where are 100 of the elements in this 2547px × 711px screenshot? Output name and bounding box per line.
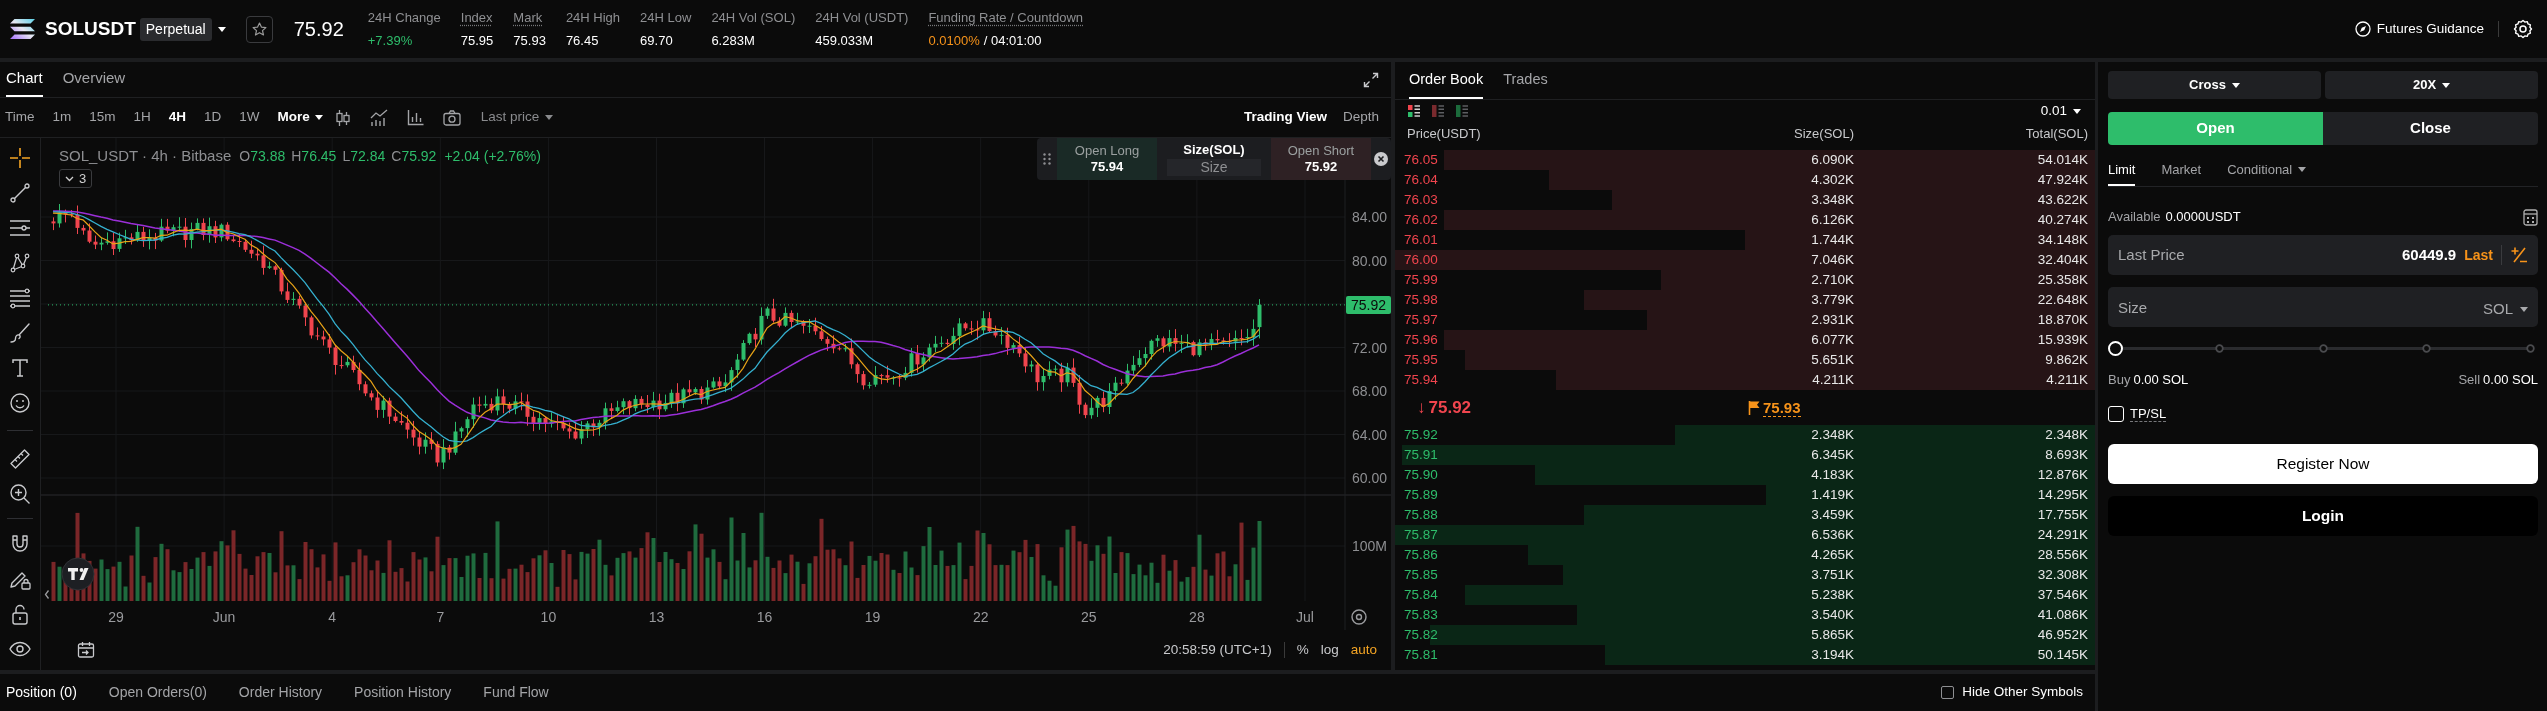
- magnet-icon[interactable]: [9, 532, 31, 555]
- candlestick-icon[interactable]: [334, 108, 351, 127]
- zigzag-pattern-icon[interactable]: [9, 251, 31, 274]
- interval-tab[interactable]: 1D: [204, 107, 222, 128]
- side-tab[interactable]: Close: [2323, 112, 2538, 145]
- order-price[interactable]: 75.82: [1395, 624, 1595, 646]
- tp-sl-checkbox[interactable]: [2108, 406, 2124, 422]
- last-price-toggle[interactable]: Last: [2464, 244, 2493, 266]
- stat-label[interactable]: Mark: [513, 9, 546, 26]
- futures-guidance-button[interactable]: Futures Guidance: [2354, 18, 2484, 40]
- interval-tab[interactable]: 15m: [89, 107, 116, 128]
- order-price[interactable]: 76.02: [1395, 209, 1595, 231]
- margin-mode-dropdown[interactable]: Cross: [2108, 71, 2321, 99]
- chart-tab[interactable]: Overview: [62, 62, 126, 97]
- plus-minus-icon[interactable]: [2510, 246, 2528, 264]
- order-price[interactable]: 75.88: [1395, 504, 1595, 526]
- order-price[interactable]: 75.95: [1395, 349, 1595, 371]
- lock-icon[interactable]: [9, 602, 31, 625]
- calendar-icon[interactable]: [77, 641, 95, 659]
- order-price[interactable]: 76.04: [1395, 169, 1595, 191]
- split-layout-icon[interactable]: [1408, 105, 1420, 117]
- scale-option[interactable]: auto: [1350, 639, 1377, 661]
- calculator-icon[interactable]: [2523, 208, 2538, 226]
- step-dot-icon[interactable]: [2526, 344, 2535, 353]
- brush-icon[interactable]: [9, 321, 31, 344]
- order-book-tab[interactable]: Order Book: [1409, 62, 1484, 99]
- order-price[interactable]: 75.97: [1395, 309, 1595, 331]
- position-tab[interactable]: Fund Flow: [483, 682, 549, 703]
- size-input[interactable]: Size: [1167, 159, 1261, 176]
- order-book-tab[interactable]: Trades: [1503, 62, 1548, 99]
- slider-thumb[interactable]: [2108, 341, 2123, 356]
- step-dot-icon[interactable]: [2214, 344, 2224, 353]
- indicators-toggle-button[interactable]: 3: [59, 169, 93, 188]
- order-price[interactable]: 76.01: [1395, 229, 1595, 251]
- order-type-tab[interactable]: Limit: [2108, 155, 2136, 186]
- order-price[interactable]: 76.03: [1395, 189, 1595, 211]
- interval-tab[interactable]: Time: [5, 107, 35, 128]
- order-price[interactable]: 75.81: [1395, 644, 1595, 666]
- more-button[interactable]: More: [277, 107, 323, 128]
- order-price[interactable]: 76.00: [1395, 249, 1595, 271]
- order-price[interactable]: 75.85: [1395, 564, 1595, 586]
- interval-tab[interactable]: 1m: [52, 107, 72, 128]
- camera-icon[interactable]: [442, 109, 461, 126]
- bar-chart-icon[interactable]: [406, 109, 424, 126]
- position-tab[interactable]: Position (0): [6, 682, 77, 703]
- zoom-in-icon[interactable]: [9, 482, 31, 505]
- order-price[interactable]: 75.83: [1395, 604, 1595, 626]
- precision-dropdown[interactable]: 0.01: [2040, 100, 2081, 122]
- expand-icon[interactable]: [1363, 71, 1379, 88]
- order-price[interactable]: 75.92: [1395, 424, 1595, 446]
- interval-tab[interactable]: 1W: [239, 107, 260, 128]
- chevron-left-icon[interactable]: [44, 589, 50, 600]
- login-button[interactable]: Login: [2108, 496, 2538, 536]
- top-layout-icon[interactable]: [1432, 105, 1444, 117]
- order-price[interactable]: 75.86: [1395, 544, 1595, 566]
- amount-slider-track[interactable]: [2108, 341, 2538, 356]
- register-button[interactable]: Register Now: [2108, 444, 2538, 484]
- view-tab[interactable]: Depth: [1342, 107, 1379, 128]
- bottom-layout-icon[interactable]: [1456, 105, 1468, 117]
- order-price[interactable]: 75.84: [1395, 584, 1595, 606]
- order-price[interactable]: 75.87: [1395, 524, 1595, 546]
- position-tab[interactable]: Open Orders(0): [108, 682, 207, 703]
- stat-label[interactable]: Funding Rate / Countdown: [928, 9, 1084, 26]
- caret-icon[interactable]: [217, 26, 226, 32]
- crosshair-icon[interactable]: [9, 146, 31, 169]
- interval-tab[interactable]: 1H: [133, 107, 151, 128]
- order-price[interactable]: 76.05: [1395, 149, 1595, 171]
- order-price[interactable]: 75.89: [1395, 484, 1595, 506]
- step-dot-icon[interactable]: [2318, 344, 2328, 353]
- view-tab[interactable]: Trading View: [1243, 107, 1327, 128]
- order-price[interactable]: 75.98: [1395, 289, 1595, 311]
- drag-handle-icon[interactable]: [1043, 153, 1051, 165]
- contract-type-button[interactable]: Perpetual: [139, 17, 212, 41]
- settings-icon[interactable]: [2513, 19, 2533, 39]
- order-price[interactable]: 75.99: [1395, 269, 1595, 291]
- price-field[interactable]: Last Price 60449.9 Last: [2108, 235, 2538, 275]
- interval-tab[interactable]: 4H: [168, 107, 187, 128]
- close-icon[interactable]: [1374, 152, 1388, 166]
- price-source-dropdown[interactable]: Last price: [480, 107, 554, 128]
- chart-tab[interactable]: Chart: [6, 62, 43, 97]
- order-price[interactable]: 75.96: [1395, 329, 1595, 351]
- position-tab[interactable]: Order History: [238, 682, 323, 703]
- open-short-button[interactable]: Open Short 75.92: [1271, 138, 1371, 180]
- order-type-tab[interactable]: Market: [2161, 155, 2202, 186]
- scale-option[interactable]: log: [1320, 639, 1339, 661]
- order-type-tab[interactable]: Conditional: [2227, 155, 2307, 186]
- unit-dropdown[interactable]: SOL: [2483, 298, 2528, 321]
- mark-price[interactable]: 75.93: [1763, 398, 1801, 417]
- axis-settings-icon[interactable]: [1351, 609, 1367, 625]
- step-dot-icon[interactable]: [2422, 344, 2432, 353]
- open-long-button[interactable]: Open Long 75.94: [1057, 138, 1157, 180]
- order-price[interactable]: 75.94: [1395, 369, 1595, 391]
- indicator-icon[interactable]: [369, 108, 388, 127]
- smiley-icon[interactable]: [9, 391, 31, 414]
- scale-option[interactable]: %: [1296, 639, 1309, 661]
- order-price[interactable]: 75.90: [1395, 464, 1595, 486]
- ruler-icon[interactable]: [9, 447, 31, 470]
- hide-symbols-checkbox[interactable]: [1941, 686, 1955, 699]
- trend-line-icon[interactable]: [9, 181, 31, 204]
- order-price[interactable]: 75.91: [1395, 444, 1595, 466]
